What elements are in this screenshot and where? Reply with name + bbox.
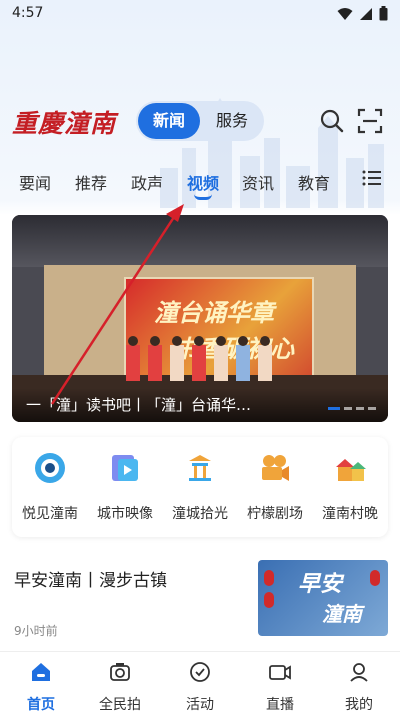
shortcut-grid: 悦见潼南 城市映像 潼城拾光 柠檬剧场 潼南村晚	[12, 437, 388, 537]
news-list-item[interactable]: 早安潼南丨漫步古镇 9小时前 早安 潼南	[0, 556, 400, 646]
nav-live[interactable]: 直播	[245, 660, 315, 711]
tab-shipin[interactable]: 视频	[187, 170, 219, 194]
shortcut-chengshi[interactable]: 城市映像	[87, 451, 163, 523]
camera-icon	[110, 663, 130, 681]
pavilion-icon	[189, 455, 211, 481]
status-icons	[337, 6, 388, 21]
active-tab-indicator	[194, 194, 212, 200]
banner-caption: 一「潼」读书吧丨「潼」台诵华…	[26, 396, 252, 414]
shortcut-shiguang[interactable]: 潼城拾光	[162, 451, 238, 523]
nav-home[interactable]: 首页	[6, 660, 76, 711]
banner-screen-title-1: 潼台诵华章	[154, 298, 274, 327]
status-bar: 4:57	[0, 0, 400, 28]
pagination-dot	[368, 407, 376, 410]
nav-activity[interactable]: 活动	[165, 660, 235, 711]
news-thumbnail: 早安 潼南	[258, 560, 388, 636]
segment-news[interactable]: 新闻	[138, 103, 200, 139]
shortcut-label: 悦见潼南	[22, 506, 78, 522]
battery-icon	[379, 6, 388, 21]
video-album-icon	[112, 455, 138, 481]
banner-pagination	[328, 407, 376, 410]
featured-banner[interactable]: 潼台诵华章 书香砺初心 一「潼」读书吧丨「潼」台诵华…	[12, 215, 388, 422]
nav-quanminpai[interactable]: 全民拍	[85, 660, 155, 711]
app-header: 重慶潼南 新闻 服务	[0, 98, 400, 144]
news-service-switch: 新闻 服务	[136, 101, 264, 141]
shortcut-yuejian[interactable]: 悦见潼南	[12, 451, 88, 523]
lantern-decoration	[370, 570, 380, 586]
news-headline: 早安潼南丨漫步古镇	[14, 571, 167, 591]
shortcut-label: 柠檬剧场	[247, 506, 303, 522]
shortcut-cunwan[interactable]: 潼南村晚	[312, 451, 388, 523]
nav-profile[interactable]: 我的	[324, 660, 394, 711]
tab-zixun[interactable]: 资讯	[242, 170, 274, 194]
nav-label: 直播	[266, 697, 294, 711]
pagination-dot	[344, 407, 352, 410]
search-icon[interactable]	[318, 107, 346, 135]
shortcut-juchang[interactable]: 柠檬剧场	[237, 451, 313, 523]
shortcut-label: 城市映像	[97, 506, 153, 522]
menu-icon[interactable]	[362, 168, 382, 188]
film-camera-icon	[262, 455, 289, 481]
profile-icon	[350, 663, 368, 682]
banner-caption-bar: 一「潼」读书吧丨「潼」台诵华…	[12, 388, 388, 422]
nav-label: 全民拍	[99, 697, 141, 711]
app-logo[interactable]: 重慶潼南	[12, 104, 116, 140]
thumbnail-title-2: 潼南	[322, 602, 362, 626]
tab-jiaoyu[interactable]: 教育	[298, 170, 330, 194]
lantern-decoration	[264, 570, 274, 586]
pagination-dot	[356, 407, 364, 410]
live-video-icon	[269, 665, 291, 680]
news-time: 9小时前	[14, 624, 58, 638]
pagination-dot	[328, 407, 340, 410]
tab-tuijian[interactable]: 推荐	[75, 170, 107, 194]
category-tabs: 要闻 推荐 政声 视频 资讯 教育	[0, 164, 400, 204]
shortcut-label: 潼南村晚	[322, 506, 378, 522]
thumbnail-title-1: 早安	[298, 571, 343, 597]
nav-label: 首页	[27, 697, 55, 711]
village-icon	[336, 459, 366, 481]
activity-icon	[190, 662, 210, 682]
banner-performers	[126, 336, 272, 381]
scan-icon[interactable]	[356, 107, 384, 135]
tab-yaowen[interactable]: 要闻	[19, 170, 51, 194]
status-time: 4:57	[12, 5, 44, 21]
nav-label: 我的	[345, 697, 373, 711]
signal-icon	[360, 7, 372, 20]
segment-service[interactable]: 服务	[202, 103, 262, 139]
nav-label: 活动	[186, 697, 214, 711]
banner-ceiling	[12, 215, 388, 267]
bottom-nav: 首页 全民拍 活动 直播 我的	[0, 651, 400, 711]
lantern-decoration	[264, 592, 274, 608]
eye-icon	[35, 453, 65, 483]
wifi-icon	[337, 7, 353, 20]
shortcut-label: 潼城拾光	[172, 506, 228, 522]
tab-zhengsheng[interactable]: 政声	[131, 170, 163, 194]
home-icon	[32, 663, 50, 681]
